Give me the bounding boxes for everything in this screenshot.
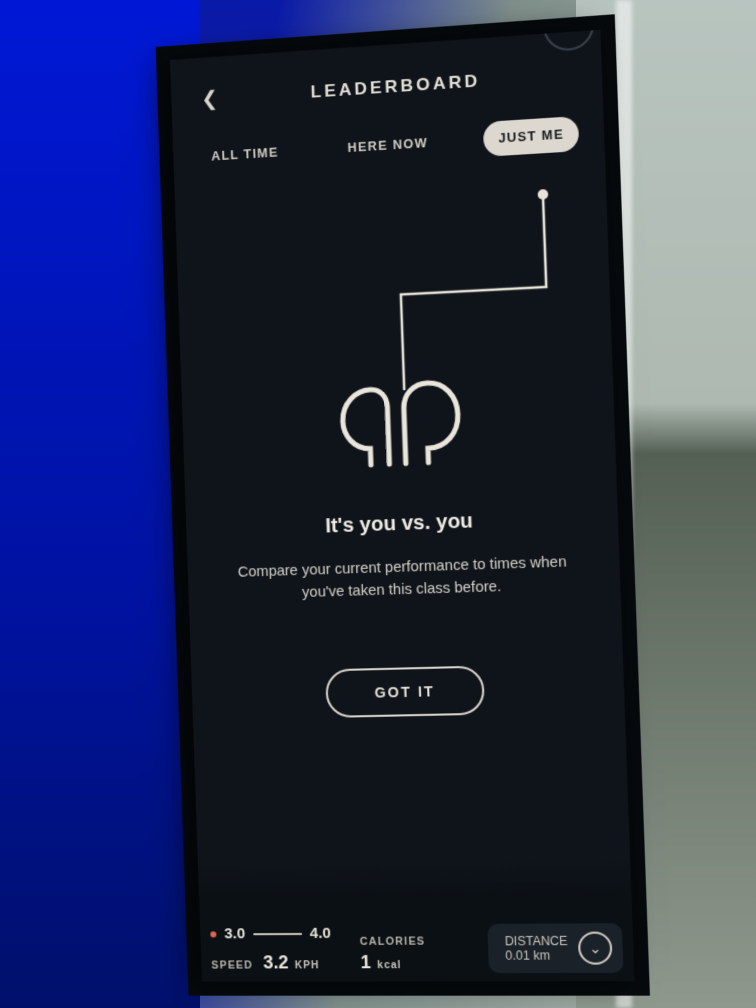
chevron-down-icon[interactable]: ⌄ (578, 932, 613, 965)
calories-unit: kcal (377, 960, 401, 971)
back-icon[interactable]: ❯ (195, 84, 225, 114)
tab-just-me[interactable]: JUST ME (483, 116, 579, 157)
message-title: It's you vs. you (210, 506, 593, 543)
leaderboard-panel: ❯ LEADERBOARD ALL TIME HERE NOW JUST ME (170, 30, 635, 982)
metric-distance[interactable]: DISTANCE 0.01 km ⌄ (488, 923, 624, 973)
speed-label: SPEED (211, 959, 253, 971)
speed-unit: KPH (295, 960, 320, 971)
distance-label: DISTANCE (505, 934, 568, 949)
incline-dot-icon (210, 931, 216, 937)
message-body: Compare your current performance to time… (211, 550, 595, 608)
incline-low: 3.0 (224, 925, 246, 942)
tab-all-time[interactable]: ALL TIME (197, 134, 294, 174)
page-title: LEADERBOARD (218, 64, 577, 108)
incline-line-icon (253, 932, 301, 934)
calories-label: CALORIES (360, 935, 426, 947)
scene: ❯ LEADERBOARD ALL TIME HERE NOW JUST ME (0, 0, 756, 1008)
incline-high: 4.0 (309, 925, 331, 942)
got-it-button[interactable]: GOT IT (325, 665, 486, 717)
incline-range: 3.0 4.0 (210, 925, 331, 943)
background-blue (0, 0, 200, 1008)
header-row: ❯ LEADERBOARD (195, 60, 577, 114)
calories-value: 1 (360, 952, 371, 972)
tabs: ALL TIME HERE NOW JUST ME (197, 116, 580, 175)
top-ring-icon (542, 30, 594, 52)
speed-value: 3.2 (263, 952, 289, 972)
tab-here-now[interactable]: HERE NOW (333, 125, 443, 166)
distance-unit: km (533, 948, 550, 962)
callout-path-icon (326, 188, 560, 394)
distance-value: 0.01 (505, 948, 530, 962)
metrics-bar: 3.0 4.0 SPEED 3.2 KPH CALORIES 1 kcal (198, 857, 635, 982)
metric-speed: 3.0 4.0 SPEED 3.2 KPH (210, 925, 332, 974)
metric-calories: CALORIES 1 kcal (360, 935, 427, 973)
callout-line (199, 186, 587, 379)
